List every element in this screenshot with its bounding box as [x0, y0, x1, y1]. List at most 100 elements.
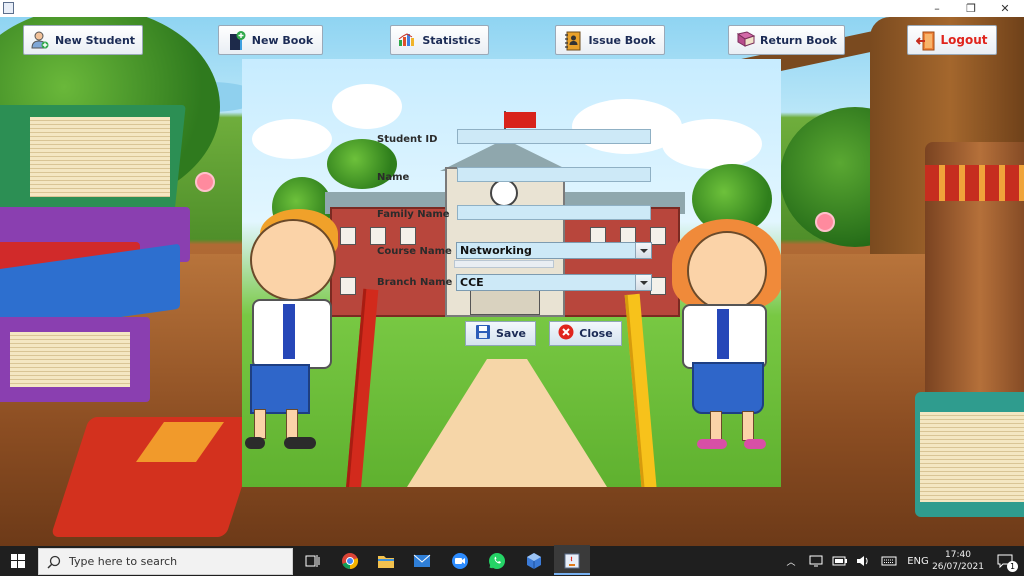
chrome-icon	[342, 553, 359, 570]
girl-skirt	[692, 362, 764, 414]
task-view-button[interactable]	[295, 546, 331, 576]
window	[370, 227, 386, 245]
cloud	[252, 119, 332, 159]
statistics-button[interactable]: Statistics	[390, 25, 489, 55]
girl-leg	[742, 411, 754, 441]
boy-head	[250, 219, 336, 301]
mail-icon	[413, 554, 431, 567]
battery-button[interactable]	[830, 546, 850, 576]
java-app-icon	[3, 2, 14, 14]
whatsapp-icon	[489, 553, 505, 569]
boy-leg	[286, 409, 298, 439]
logout-label: Logout	[940, 33, 988, 47]
speaker-icon	[857, 556, 868, 566]
window	[400, 227, 416, 245]
cloud	[332, 84, 402, 129]
language-indicator[interactable]: ENG	[904, 546, 932, 576]
new-student-button[interactable]: New Student	[23, 25, 143, 55]
clock[interactable]: 17:40 26/07/2021	[932, 546, 984, 576]
windows-logo-icon	[11, 554, 25, 568]
notification-center-button[interactable]: 1	[990, 546, 1020, 576]
student-add-icon	[31, 31, 49, 49]
girl-shoe	[697, 439, 727, 449]
statistics-label: Statistics	[422, 33, 481, 47]
mail-taskbar-button[interactable]	[404, 546, 440, 576]
new-student-label: New Student	[54, 33, 136, 47]
pencil-holder-band	[925, 165, 1024, 201]
boy-leg	[254, 409, 266, 439]
clock-date: 26/07/2021	[932, 562, 984, 572]
issue-book-button[interactable]: Issue Book	[555, 25, 665, 55]
contact-book-icon	[564, 31, 582, 51]
keyboard-icon	[881, 556, 897, 566]
return-book-button[interactable]: Return Book	[728, 25, 845, 55]
return-book-label: Return Book	[760, 33, 837, 47]
cloud	[662, 119, 762, 169]
name-label: Name	[377, 172, 410, 183]
name-input[interactable]	[457, 167, 651, 182]
boy-shoe	[284, 437, 316, 449]
branch-name-label: Branch Name	[377, 277, 453, 288]
student-id-input[interactable]	[457, 129, 651, 144]
course-name-label: Course Name	[377, 246, 452, 257]
save-label: Save	[496, 327, 526, 340]
tray-overflow-button[interactable]: ︿	[782, 546, 800, 576]
book-add-icon	[228, 31, 246, 50]
student-form-panel: Student ID Name Family Name Course Name …	[242, 59, 781, 487]
chevron-up-icon: ︿	[786, 557, 796, 568]
search-placeholder: Type here to search	[69, 555, 178, 568]
task-view-icon	[305, 555, 320, 567]
girl-head	[687, 231, 767, 311]
close-window-button[interactable]: ✕	[988, 0, 1022, 17]
taskbar-search-box[interactable]: Type here to search	[38, 548, 293, 575]
file-explorer-taskbar-button[interactable]	[368, 546, 404, 576]
girl-tie	[717, 309, 729, 359]
chevron-down-icon[interactable]	[635, 275, 651, 290]
girl-leg	[710, 411, 722, 441]
zoom-icon	[452, 553, 468, 569]
close-circle-icon	[558, 324, 574, 343]
school-path	[407, 359, 607, 487]
yellow-pencil	[624, 293, 659, 487]
keyboard-button[interactable]	[878, 546, 900, 576]
book-pages	[30, 117, 170, 197]
close-button[interactable]: Close	[549, 321, 622, 346]
zoom-taskbar-button[interactable]	[442, 546, 478, 576]
battery-icon	[832, 556, 847, 566]
window	[650, 227, 666, 245]
red-pencil	[344, 288, 379, 487]
virtualbox-taskbar-button[interactable]	[516, 546, 552, 576]
restore-button[interactable]: ❐	[954, 0, 988, 17]
window	[340, 277, 356, 295]
clock-time: 17:40	[945, 550, 971, 560]
chevron-down-icon[interactable]	[635, 243, 651, 258]
close-label: Close	[579, 327, 613, 340]
new-book-label: New Book	[251, 33, 314, 47]
volume-button[interactable]	[853, 546, 873, 576]
network-button[interactable]	[806, 546, 826, 576]
girl-shoe	[744, 439, 766, 449]
boy-shoe	[245, 437, 265, 449]
family-name-input[interactable]	[457, 205, 651, 220]
folder-icon	[378, 556, 394, 568]
network-icon	[809, 555, 823, 567]
family-name-label: Family Name	[377, 209, 450, 220]
course-name-selected: Networking	[460, 244, 532, 257]
minimize-button[interactable]: –	[920, 0, 954, 17]
branch-name-dropdown[interactable]: CCE	[456, 274, 652, 291]
chrome-taskbar-button[interactable]	[332, 546, 368, 576]
issue-book-label: Issue Book	[588, 33, 656, 47]
combo-separator	[454, 260, 554, 268]
save-button[interactable]: Save	[465, 321, 536, 346]
new-book-button[interactable]: New Book	[218, 25, 323, 55]
book-return-icon	[736, 31, 756, 49]
student-id-label: Student ID	[377, 134, 438, 145]
java-cup-icon	[564, 553, 580, 569]
book-pages	[920, 412, 1024, 502]
java-app-taskbar-button[interactable]	[554, 546, 590, 576]
windows-start-button[interactable]	[0, 546, 36, 576]
window	[340, 227, 356, 245]
logout-button[interactable]: Logout	[907, 25, 997, 55]
whatsapp-taskbar-button[interactable]	[479, 546, 515, 576]
course-name-dropdown[interactable]: Networking	[456, 242, 652, 259]
